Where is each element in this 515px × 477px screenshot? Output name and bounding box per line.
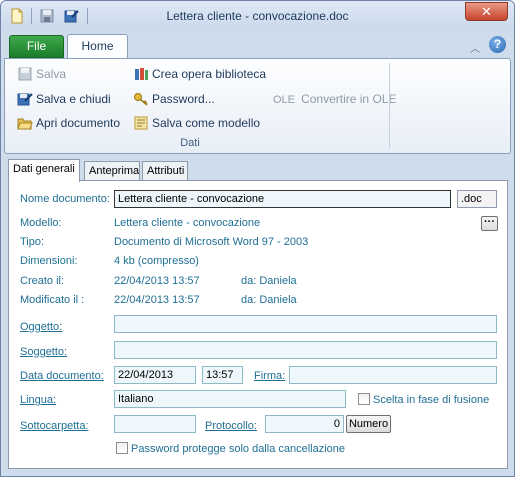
document-properties-window: Lettera cliente - convocazione.doc ✕ Fil… bbox=[0, 0, 515, 477]
scelta-fusione-label: Scelta in fase di fusione bbox=[373, 394, 490, 406]
modificato-label: Modificato il : bbox=[20, 294, 85, 306]
apri-documento-label: Apri documento bbox=[36, 116, 121, 130]
modificato-value: 22/04/2013 13:57 bbox=[114, 294, 200, 306]
salva-come-modello-label: Salva come modello bbox=[152, 116, 261, 130]
dimensioni-label: Dimensioni: bbox=[20, 255, 78, 267]
protocollo-input[interactable]: 0 bbox=[265, 415, 344, 433]
data-documento-label: Data documento: bbox=[20, 370, 104, 382]
modello-value: Lettera cliente - convocazione bbox=[114, 217, 261, 229]
group-label-dati: Dati bbox=[180, 137, 200, 149]
extension-field: .doc bbox=[457, 190, 497, 208]
tipo-label: Tipo: bbox=[20, 236, 45, 248]
lingua-label: Lingua: bbox=[20, 394, 57, 406]
modificato-da: da: Daniela bbox=[241, 294, 297, 306]
ribbon-home: Salva Salva e chiudi Apri documento Crea… bbox=[4, 58, 511, 154]
protocollo-label: Protocollo: bbox=[205, 420, 257, 432]
creato-da: da: Daniela bbox=[241, 275, 297, 287]
library-icon bbox=[135, 68, 148, 80]
collapse-ribbon-icon[interactable]: ︿ bbox=[470, 40, 480, 55]
tab-anteprima[interactable]: Anteprima bbox=[84, 161, 140, 181]
template-icon bbox=[134, 116, 148, 130]
key-icon bbox=[134, 93, 148, 106]
creato-value: 22/04/2013 13:57 bbox=[114, 275, 200, 287]
lingua-select[interactable]: Italiano bbox=[114, 390, 346, 408]
save-icon bbox=[18, 67, 32, 81]
salva-e-chiudi-label: Salva e chiudi bbox=[36, 92, 111, 106]
group-separator bbox=[389, 63, 390, 149]
open-folder-icon bbox=[17, 118, 33, 130]
convertire-in-ole-button[interactable]: OLE Convertire in OLE bbox=[273, 92, 396, 106]
firma-label: Firma: bbox=[254, 370, 286, 382]
scelta-fusione-checkbox[interactable] bbox=[358, 393, 370, 405]
nome-documento-label: Nome documento: bbox=[20, 193, 110, 205]
password-label: Password... bbox=[152, 92, 215, 106]
data-documento-input[interactable]: 22/04/2013 bbox=[114, 366, 196, 384]
title-bar: Lettera cliente - convocazione.doc ✕ bbox=[1, 1, 514, 31]
tab-attributi[interactable]: Attributi bbox=[142, 161, 188, 181]
soggetto-input[interactable] bbox=[114, 341, 497, 359]
oggetto-label: Oggetto: bbox=[20, 321, 63, 333]
tab-home[interactable]: Home bbox=[67, 34, 128, 59]
ole-icon: OLE bbox=[273, 94, 296, 106]
nome-documento-input[interactable]: Lettera cliente - convocazione bbox=[114, 190, 451, 208]
tipo-value: Documento di Microsoft Word 97 - 2003 bbox=[114, 236, 309, 248]
sottocartella-label: Sottocarpetta: bbox=[20, 420, 89, 432]
numero-button[interactable]: Numero bbox=[346, 415, 391, 433]
sottocartella-input[interactable] bbox=[114, 415, 196, 433]
salva-label: Salva bbox=[36, 67, 67, 81]
browse-modello-button[interactable]: ··· bbox=[481, 216, 498, 231]
creato-label: Creato il: bbox=[20, 275, 65, 287]
help-icon[interactable]: ? bbox=[489, 36, 506, 53]
ribbon-tab-bar: File Home ︿ ? bbox=[1, 31, 514, 59]
save-close-icon bbox=[17, 93, 33, 106]
dimensioni-value: 4 kb (compresso) bbox=[114, 255, 199, 267]
window-title: Lettera cliente - convocazione.doc bbox=[166, 9, 349, 23]
modello-label: Modello: bbox=[20, 217, 62, 229]
oggetto-input[interactable] bbox=[114, 315, 497, 333]
password-protegge-checkbox[interactable] bbox=[116, 442, 128, 454]
firma-input[interactable] bbox=[289, 366, 497, 384]
dati-generali-panel: Nome documento: Lettera cliente - convoc… bbox=[8, 180, 508, 469]
convertire-in-ole-label: Convertire in OLE bbox=[301, 92, 397, 106]
tab-file[interactable]: File bbox=[9, 35, 64, 58]
ora-input[interactable]: 13:57 bbox=[202, 366, 243, 384]
soggetto-label: Soggetto: bbox=[20, 346, 68, 358]
close-button[interactable]: ✕ bbox=[465, 2, 508, 21]
crea-opera-label: Crea opera biblioteca bbox=[152, 67, 267, 81]
password-protegge-label: Password protegge solo dalla cancellazio… bbox=[131, 443, 346, 455]
tab-dati-generali[interactable]: Dati generali bbox=[8, 159, 80, 182]
